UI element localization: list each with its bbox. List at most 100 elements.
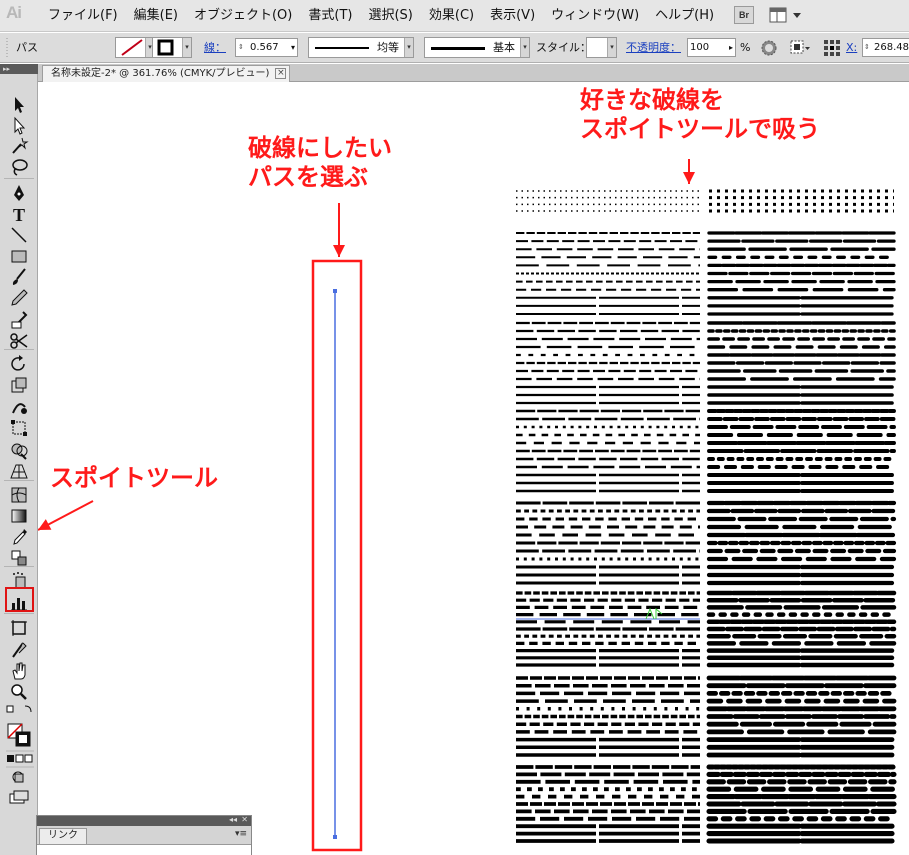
style-label-text: スタイル	[536, 41, 580, 54]
selection-arrow-icon[interactable]	[9, 95, 29, 115]
arrow-to-path	[333, 203, 345, 257]
arrow-to-dash-samples	[683, 159, 695, 184]
arrange-documents-button[interactable]	[768, 6, 804, 24]
x-position-value: 268.48	[874, 42, 909, 53]
links-panel: ◂◂ ✕ リンク ▾≡	[36, 815, 252, 855]
x-position-link[interactable]: X:	[846, 38, 857, 58]
menu-list: ファイル(F) 編集(E) オブジェクト(O) 書式(T) 選択(S) 効果(C) 表示(V…	[40, 0, 722, 32]
type-icon[interactable]: T	[9, 204, 29, 224]
annotation-target-dash-line1: 好きな破線を	[580, 86, 724, 114]
blob-brush-icon[interactable]	[9, 310, 29, 330]
stepper-icon: ⇕	[864, 43, 870, 51]
panel-grip-icon	[6, 38, 8, 58]
close-icon[interactable]: ×	[275, 68, 287, 79]
slice-icon[interactable]	[9, 640, 29, 660]
artboard-icon[interactable]	[9, 618, 29, 638]
hand-icon[interactable]	[9, 661, 29, 681]
document-tab[interactable]: 名称未設定-2* @ 361.76% (CMYK/プレビュー) ×	[42, 65, 291, 82]
opacity-value: 100	[690, 42, 710, 53]
brush-definition-dropdown[interactable]: 基本 ▾	[424, 37, 530, 58]
menu-item[interactable]: 書式(T)	[300, 0, 360, 32]
menu-item[interactable]: 効果(C)	[421, 0, 482, 32]
profile-sample-line	[315, 47, 369, 49]
arrange-documents-icon	[769, 7, 801, 23]
menu-item[interactable]: 選択(S)	[360, 0, 420, 32]
arrow-to-eyedropper	[38, 500, 94, 531]
line-segment-icon[interactable]	[9, 225, 29, 245]
rectangle-icon[interactable]	[9, 246, 29, 266]
align-dropdown-icon[interactable]	[789, 39, 811, 57]
graphic-style-dropdown[interactable]: ▾	[586, 37, 617, 58]
collapse-panel-icon[interactable]: ◂◂	[229, 815, 237, 824]
menu-item[interactable]: 表示(V)	[482, 0, 543, 32]
x-label: X	[846, 41, 854, 54]
magic-wand-icon[interactable]	[9, 136, 29, 156]
menu-item[interactable]: ファイル(F)	[40, 0, 126, 32]
pen-icon[interactable]	[9, 183, 29, 203]
tool-separator	[4, 480, 34, 481]
illustrator-logo: Ai	[6, 3, 22, 22]
close-icon[interactable]: ✕	[241, 815, 248, 824]
stroke-label: 線	[204, 41, 215, 54]
x-position-field[interactable]: ⇕ 268.48	[862, 38, 909, 57]
tool-separator	[4, 566, 34, 567]
chevron-right-icon: ▸	[728, 43, 733, 52]
lasso-icon[interactable]	[9, 157, 29, 177]
panel-menu-icon[interactable]: ▾≡	[235, 829, 247, 839]
direct-selection-icon[interactable]	[9, 116, 29, 136]
free-transform-icon[interactable]	[9, 418, 29, 438]
reference-point-icon[interactable]	[823, 39, 841, 57]
gradient-icon[interactable]	[9, 506, 29, 526]
fill-stroke-icon[interactable]	[5, 704, 35, 834]
chevron-down-icon: ▾	[290, 43, 295, 52]
paintbrush-icon[interactable]	[9, 267, 29, 287]
eyedropper-icon[interactable]	[9, 527, 29, 547]
eyedropper-highlight-box	[5, 587, 34, 612]
svg-text:T: T	[13, 205, 25, 224]
chevron-down-icon: ▾	[520, 38, 529, 57]
control-panel: パス ▾ ▾ 線： ⇕ 0.567 ▾ 均等 ▾ 基本 ▾ スタイル： ▾ 不透…	[0, 33, 909, 63]
style-label: スタイル：	[536, 38, 591, 58]
stroke-weight-value: 0.567	[250, 42, 279, 53]
scissors-icon[interactable]	[9, 331, 29, 351]
rotate-icon[interactable]	[9, 354, 29, 374]
links-panel-header: ◂◂ ✕	[37, 815, 251, 826]
pencil-icon[interactable]	[9, 288, 29, 308]
scale-icon[interactable]	[9, 375, 29, 395]
opacity-field[interactable]: 100 ▸	[687, 38, 736, 57]
color-controls	[5, 704, 35, 834]
stroke-color-dropdown[interactable]: ▾	[152, 37, 192, 58]
zoom-icon[interactable]	[9, 682, 29, 702]
blend-icon[interactable]	[9, 548, 29, 568]
no-fill-icon	[121, 39, 143, 56]
menu-item[interactable]: オブジェクト(O)	[186, 0, 300, 32]
opacity-panel-link[interactable]: 不透明度：	[626, 38, 681, 58]
links-tab[interactable]: リンク	[39, 828, 87, 844]
fill-color-dropdown[interactable]: ▾	[115, 37, 155, 58]
artboard-canvas[interactable]: 好きな破線を スポイトツールで吸う 破線にしたい パスを選ぶ スポイトツール	[38, 83, 909, 855]
toolbox-collapse-icon[interactable]: ▸▸	[0, 64, 38, 74]
variable-width-profile-dropdown[interactable]: 均等 ▾	[308, 37, 414, 58]
annotation-select-path-line1: 破線にしたい	[248, 134, 392, 162]
menu-item[interactable]: ヘルプ(H)	[647, 0, 722, 32]
tool-separator	[4, 349, 34, 350]
recolor-artwork-icon[interactable]	[760, 39, 778, 57]
anchor-point[interactable]	[333, 835, 337, 839]
menu-item[interactable]: ウィンドウ(W)	[543, 0, 647, 32]
shape-builder-icon[interactable]	[9, 440, 29, 460]
anchor-point[interactable]	[333, 289, 337, 293]
menu-item[interactable]: 編集(E)	[126, 0, 186, 32]
tool-separator	[4, 178, 34, 179]
chevron-down-icon: ▾	[607, 38, 616, 57]
perspective-grid-icon[interactable]	[9, 461, 29, 481]
stroke-weight-field[interactable]: ⇕ 0.567 ▾	[235, 38, 298, 57]
tools-panel: ▸▸ T	[0, 64, 38, 855]
warp-icon[interactable]	[9, 397, 29, 417]
opacity-label: 不透明度	[626, 41, 670, 54]
brush-label: 基本	[493, 41, 515, 54]
bridge-button[interactable]: Br	[734, 6, 754, 24]
stroke-panel-link[interactable]: 線：	[204, 38, 226, 58]
mesh-icon[interactable]	[9, 485, 29, 505]
annotation-select-path-line2: パスを選ぶ	[248, 163, 368, 191]
stepper-icon: ⇕	[238, 43, 244, 51]
